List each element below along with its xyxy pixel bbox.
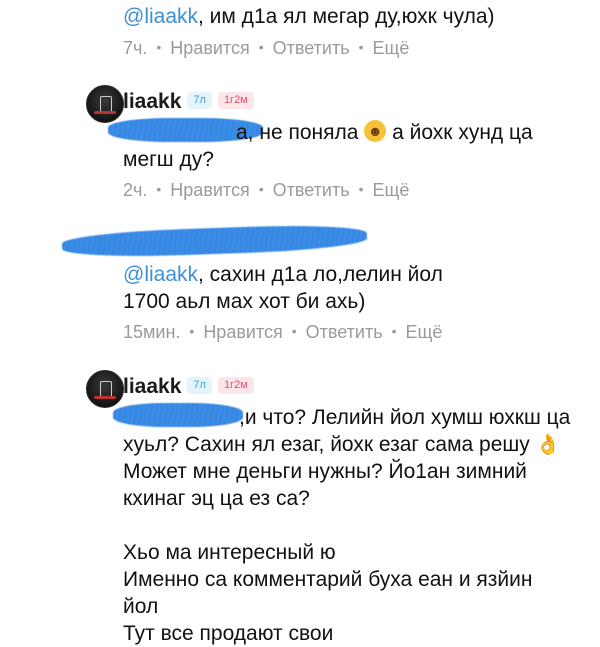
username[interactable]: liaakk xyxy=(123,90,181,113)
avatar-image xyxy=(94,396,116,399)
comment-text: мегш ду? xyxy=(123,146,214,173)
comment-text: хуьл? Сахин ял езаг, йохк езаг сама решу… xyxy=(123,431,561,459)
redaction-scribble xyxy=(113,403,243,427)
comment-body: кхинаг эц ца ез са? xyxy=(123,487,310,510)
comment-text: Именно са комментарий буха еан и язйин xyxy=(123,566,532,593)
separator-dot: • xyxy=(189,323,195,339)
comment-text: ,и что? Лелийн йол хумш юхкш ца xyxy=(239,404,570,431)
separator-dot: • xyxy=(156,181,162,197)
level-badge: 7л xyxy=(187,92,212,110)
comment-text: кхинаг эц ца ез са? xyxy=(123,485,310,512)
avatar-image xyxy=(100,96,112,112)
comment-text: Хьо ма интересный ю xyxy=(123,539,336,566)
comment-text: Тут все продают свои xyxy=(123,620,333,647)
separator-dot: • xyxy=(258,39,264,55)
avatar-image xyxy=(94,111,116,114)
age-badge: 1г2м xyxy=(217,92,254,110)
comment-body: Тут все продают свои xyxy=(123,622,334,645)
comment-header: liaakk 7л 1г2м xyxy=(123,90,254,114)
comment-body: 1700 аьл мах хот би ахь) xyxy=(123,290,366,313)
comment-meta: 15мин. • Нравится • Ответить • Ещё xyxy=(123,322,442,343)
ok-hand-emoji: 👌 xyxy=(535,433,561,456)
comment-body: , им д1а ял мегар ду,юхк чула) xyxy=(198,5,495,28)
comment-body: Хьо ма интересный ю xyxy=(123,541,336,564)
comment-text: 1700 аьл мах хот би ахь) xyxy=(123,288,365,315)
separator-dot: • xyxy=(258,181,264,197)
username[interactable]: liaakk xyxy=(123,375,181,398)
comment-body: хуьл? Сахин ял езаг, йохк езаг сама решу xyxy=(123,433,530,456)
like-button[interactable]: Нравится xyxy=(203,322,282,343)
comment-text: йол xyxy=(123,593,158,620)
avatar[interactable] xyxy=(86,85,124,123)
separator-dot: • xyxy=(391,323,397,339)
like-button[interactable]: Нравится xyxy=(170,38,249,59)
reply-button[interactable]: Ответить xyxy=(273,180,350,201)
timestamp: 2ч. xyxy=(123,180,148,200)
comment-header: liaakk 7л 1г2м xyxy=(123,375,254,399)
mention-link[interactable]: @liaakk xyxy=(123,263,198,286)
like-button[interactable]: Нравится xyxy=(170,180,249,201)
separator-dot: • xyxy=(358,181,364,197)
separator-dot: • xyxy=(358,39,364,55)
timestamp: 15мин. xyxy=(123,322,181,342)
more-button[interactable]: Ещё xyxy=(406,322,443,343)
comment-body: Именно са комментарий буха еан и язйин xyxy=(123,568,533,591)
comment-body: йол xyxy=(123,595,159,618)
separator-dot: • xyxy=(156,39,162,55)
comment-text: @liaakk, им д1а ял мегар ду,юхк чула) xyxy=(123,3,495,30)
comment-body: а йохк хунд ца xyxy=(392,121,533,144)
separator-dot: • xyxy=(291,323,297,339)
grinning-face-emoji: ☻ xyxy=(364,120,387,143)
comment-body: а, не поняла xyxy=(236,121,359,144)
comment-body: Может мне деньги нужны? Йо1ан зимний xyxy=(123,460,527,483)
redaction-scribble xyxy=(61,222,368,260)
comment-text: а, не поняла ☻ а йохк хунд ца xyxy=(236,119,533,146)
comment-body: , сахин д1а ло,лелин йол xyxy=(198,263,443,286)
reply-button[interactable]: Ответить xyxy=(273,38,350,59)
avatar-image xyxy=(100,381,112,397)
comment-meta: 7ч. • Нравится • Ответить • Ещё xyxy=(123,38,409,59)
mention-link[interactable]: @liaakk xyxy=(123,5,198,28)
level-badge: 7л xyxy=(187,377,212,395)
timestamp: 7ч. xyxy=(123,38,148,58)
comment-body: мегш ду? xyxy=(123,148,214,171)
comment-text: @liaakk, сахин д1а ло,лелин йол xyxy=(123,261,443,288)
age-badge: 1г2м xyxy=(217,377,254,395)
avatar[interactable] xyxy=(86,370,124,408)
reply-button[interactable]: Ответить xyxy=(306,322,383,343)
more-button[interactable]: Ещё xyxy=(373,38,410,59)
comment-meta: 2ч. • Нравится • Ответить • Ещё xyxy=(123,180,409,201)
more-button[interactable]: Ещё xyxy=(373,180,410,201)
comment-text: Может мне деньги нужны? Йо1ан зимний xyxy=(123,458,527,485)
comment-body: ,и что? Лелийн йол хумш юхкш ца xyxy=(239,406,571,429)
